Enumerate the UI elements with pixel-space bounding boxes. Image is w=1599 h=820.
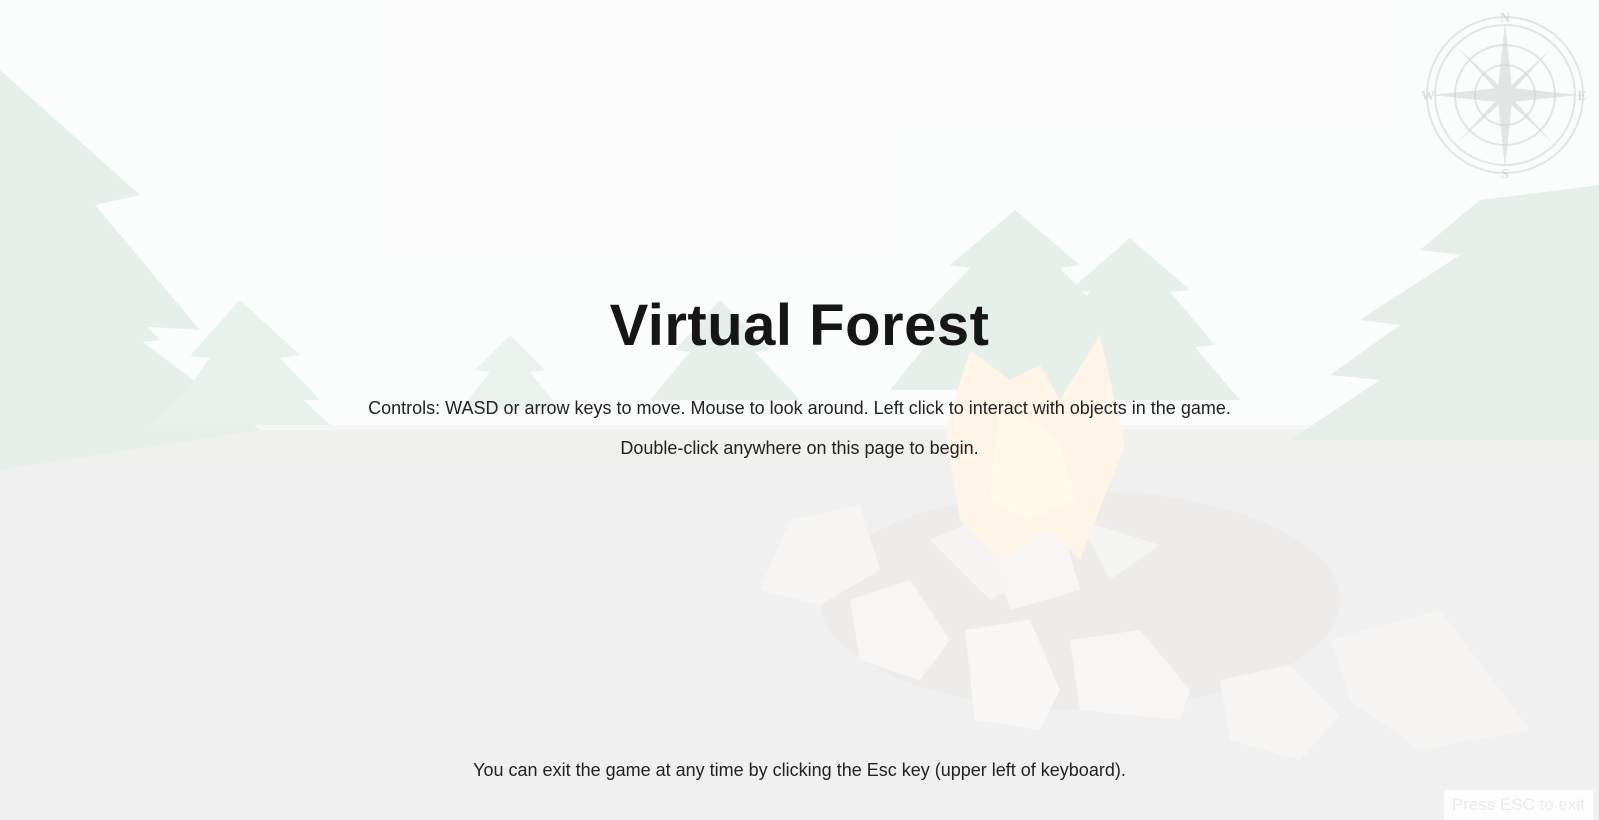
esc-hint-badge: Press ESC to exit [1443, 790, 1593, 820]
compass-east-label: E [1577, 89, 1586, 104]
exit-instructions: You can exit the game at any time by cli… [473, 760, 1126, 780]
compass-rose-icon: N E S W [1421, 11, 1587, 180]
controls-instructions: Controls: WASD or arrow keys to move. Mo… [368, 398, 1231, 418]
game-title: Virtual Forest [609, 293, 990, 358]
start-overlay[interactable]: Virtual Forest Controls: WASD or arrow k… [0, 0, 1599, 820]
game-screen[interactable]: Virtual Forest Controls: WASD or arrow k… [0, 0, 1599, 820]
compass-west-label: W [1421, 89, 1435, 104]
compass-north-label: N [1500, 11, 1510, 26]
compass-south-label: S [1501, 167, 1509, 180]
begin-instructions: Double-click anywhere on this page to be… [620, 438, 979, 458]
